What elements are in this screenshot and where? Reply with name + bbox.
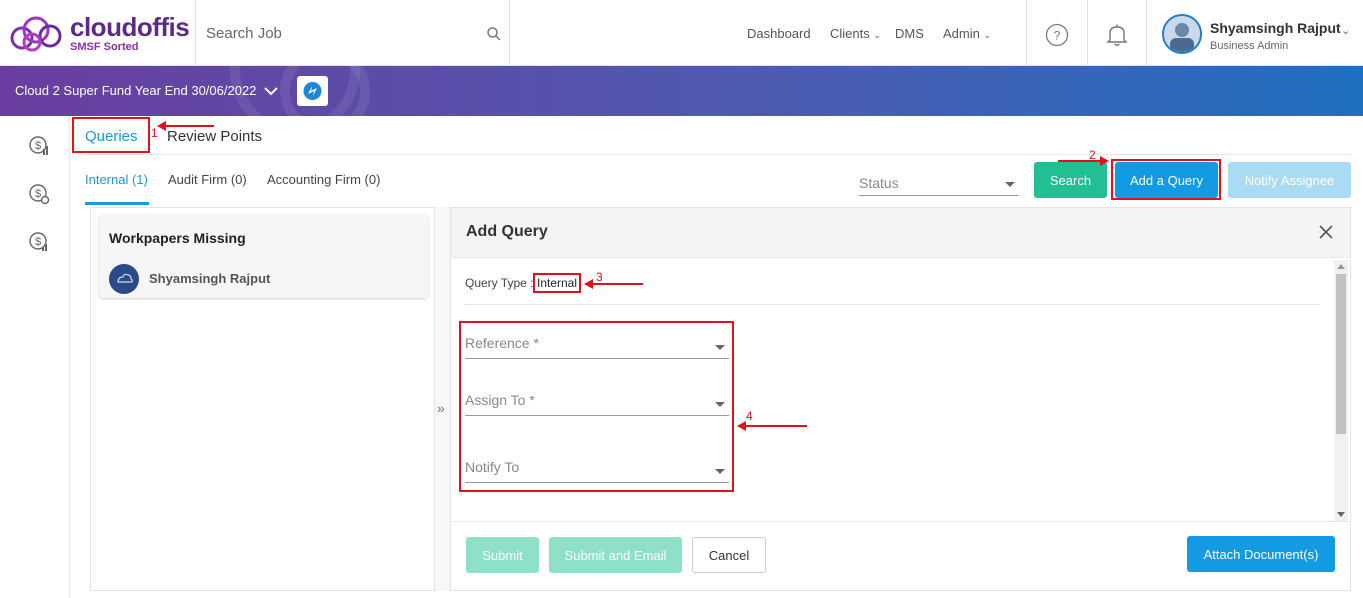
annotation-arrowhead: [737, 421, 746, 431]
divider: [509, 0, 510, 66]
query-assignee: Shyamsingh Rajput: [149, 271, 271, 286]
tab-accounting-firm[interactable]: Accounting Firm (0): [267, 172, 380, 187]
scrollbar[interactable]: [1334, 260, 1348, 522]
annotation-arrow-2: [1058, 160, 1102, 162]
tab-audit-firm[interactable]: Audit Firm (0): [168, 172, 247, 187]
chevron-down-icon[interactable]: [263, 84, 279, 96]
svg-text:$: $: [35, 188, 41, 200]
svg-text:?: ?: [1054, 29, 1061, 43]
annotation-arrow-1: [164, 125, 214, 127]
annotation-arrow-4: [745, 425, 807, 427]
logo-text: cloudoffis: [70, 12, 190, 42]
user-role: Business Admin: [1210, 40, 1289, 52]
status-placeholder: Status: [859, 175, 899, 191]
status-select[interactable]: Status: [859, 172, 1019, 196]
active-tab-indicator: [85, 202, 149, 205]
job-title[interactable]: Cloud 2 Super Fund Year End 30/06/2022: [15, 83, 256, 98]
notify-assignee-button[interactable]: Notify Assignee: [1228, 162, 1351, 198]
top-header: cloudoffis SMSF Sorted Dashboard Clients…: [0, 0, 1363, 66]
scroll-up-icon[interactable]: [1337, 264, 1345, 269]
avatar: [109, 264, 139, 294]
sync-icon[interactable]: [297, 76, 328, 106]
nav-dms[interactable]: DMS: [895, 26, 924, 41]
annotation-box-1: [72, 117, 150, 153]
annotation-number-4: 4: [746, 409, 753, 423]
user-name[interactable]: Shyamsingh Rajput: [1210, 20, 1341, 36]
annotation-arrowhead: [1100, 156, 1109, 166]
annotation-arrowhead: [584, 279, 593, 289]
svg-text:$: $: [35, 140, 41, 152]
search-job-input[interactable]: [196, 16, 496, 50]
divider: [1026, 0, 1027, 66]
help-icon[interactable]: ?: [1045, 23, 1069, 47]
dollar-settings-icon[interactable]: $: [28, 183, 50, 205]
query-list-panel: Workpapers Missing Shyamsingh Rajput: [90, 207, 435, 591]
notification-bell-icon[interactable]: [1106, 23, 1128, 47]
chevron-down-icon: ⌄: [873, 30, 881, 40]
nav-clients-label: Clients: [830, 26, 870, 41]
avatar[interactable]: [1162, 14, 1202, 54]
annotation-box-2: [1111, 159, 1221, 200]
divider: [1146, 0, 1147, 66]
caret-down-icon: [1005, 182, 1015, 187]
dollar-chart-icon[interactable]: $: [28, 231, 50, 253]
job-bar: Cloud 2 Super Fund Year End 30/06/2022: [0, 66, 1363, 116]
query-type-label: Query Type :: [465, 276, 534, 290]
annotation-box-3: [533, 273, 581, 293]
submit-button[interactable]: Submit: [466, 537, 539, 573]
chevron-down-icon: ⌄: [983, 30, 992, 40]
dollar-report-icon[interactable]: $: [28, 135, 50, 157]
tab-internal[interactable]: Internal (1): [85, 172, 148, 187]
chevron-down-icon[interactable]: ⌄: [1341, 24, 1350, 37]
query-title: Workpapers Missing: [109, 230, 246, 246]
attach-documents-button[interactable]: Attach Document(s): [1187, 536, 1335, 572]
divider: [465, 304, 1320, 305]
scrollbar-thumb[interactable]: [1336, 274, 1346, 434]
left-rail: $ $ $: [0, 116, 70, 598]
nav-clients[interactable]: Clients ⌄: [830, 26, 881, 41]
list-item[interactable]: Workpapers Missing Shyamsingh Rajput: [99, 214, 428, 298]
collapse-panel-handle[interactable]: »: [435, 207, 450, 591]
nav-dashboard[interactable]: Dashboard: [747, 26, 811, 41]
panel-title: Add Query: [466, 223, 548, 240]
divider: [451, 521, 1350, 522]
annotation-arrow-3: [592, 283, 643, 285]
search-icon[interactable]: [486, 26, 502, 42]
panel-header: Add Query: [451, 208, 1350, 258]
double-chevron-right-icon: »: [437, 400, 445, 416]
annotation-number-3: 3: [596, 270, 603, 284]
cancel-button[interactable]: Cancel: [692, 537, 766, 573]
close-icon[interactable]: [1318, 224, 1334, 240]
annotation-arrowhead: [157, 121, 166, 131]
annotation-box-4: [459, 321, 734, 492]
search-button[interactable]: Search: [1034, 162, 1107, 198]
scroll-down-icon[interactable]: [1337, 512, 1345, 517]
nav-admin-label: Admin: [943, 26, 980, 41]
nav-admin[interactable]: Admin ⌄: [943, 26, 991, 41]
divider: [85, 154, 1351, 155]
cloudoffis-logo-icon[interactable]: [8, 14, 68, 54]
svg-text:$: $: [35, 236, 41, 248]
logo-subtitle: SMSF Sorted: [70, 41, 139, 53]
submit-and-email-button[interactable]: Submit and Email: [549, 537, 682, 573]
divider: [1087, 0, 1088, 66]
tab-review-points[interactable]: Review Points: [167, 128, 262, 145]
